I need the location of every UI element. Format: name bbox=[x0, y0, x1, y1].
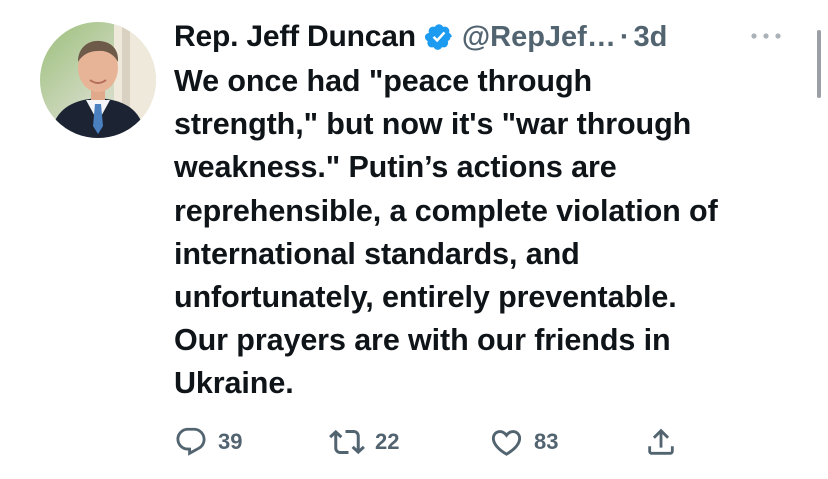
like-button[interactable]: 83 bbox=[489, 420, 558, 464]
tweet-text: We once had "peace through strength," bu… bbox=[174, 64, 718, 401]
separator-dot: · bbox=[619, 20, 630, 53]
tweet-actions: 39 22 83 bbox=[174, 420, 774, 464]
reply-icon bbox=[174, 425, 208, 459]
verified-badge-icon bbox=[424, 22, 454, 52]
scrollbar[interactable] bbox=[817, 30, 821, 98]
author-name[interactable]: Rep. Jeff Duncan bbox=[174, 20, 416, 54]
author-handle[interactable]: @RepJef… bbox=[462, 21, 616, 54]
avatar[interactable] bbox=[40, 22, 156, 138]
share-icon bbox=[644, 425, 678, 459]
more-icon[interactable] bbox=[746, 24, 786, 48]
retweet-count: 22 bbox=[375, 429, 400, 454]
tweet-header: Rep. Jeff Duncan @RepJef… · 3d bbox=[174, 17, 667, 57]
reply-count: 39 bbox=[218, 429, 243, 454]
reply-button[interactable]: 39 bbox=[174, 420, 242, 464]
retweet-icon bbox=[329, 424, 365, 460]
like-icon bbox=[489, 425, 524, 460]
like-count: 83 bbox=[534, 429, 559, 454]
tweet-card[interactable]: Rep. Jeff Duncan @RepJef… · 3d We once h… bbox=[0, 0, 828, 479]
timestamp[interactable]: 3d bbox=[634, 21, 668, 54]
share-button[interactable] bbox=[644, 420, 678, 464]
retweet-button[interactable]: 22 bbox=[329, 420, 399, 464]
